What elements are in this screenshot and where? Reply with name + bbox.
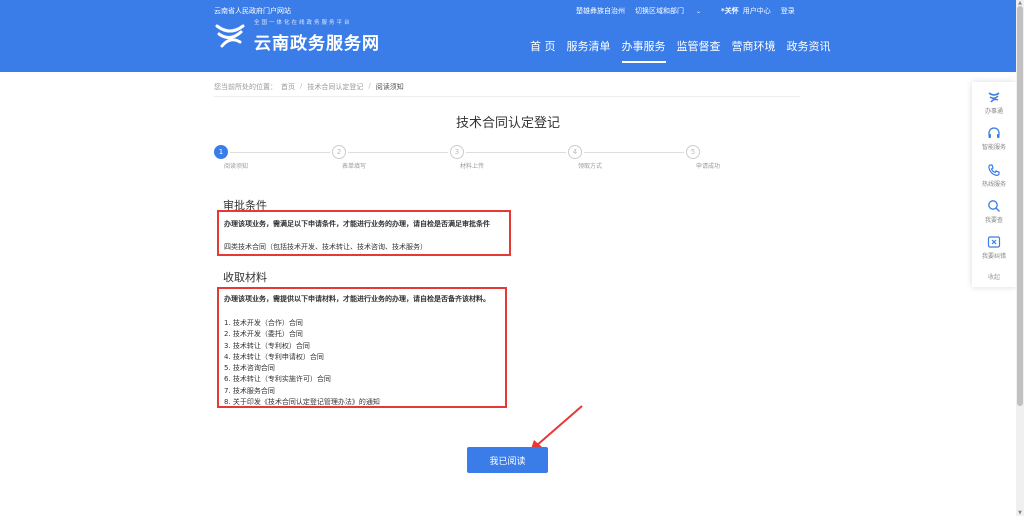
switch-region-dropdown[interactable]: 切换区域和部门 ⌄ <box>635 6 711 16</box>
close-box-icon <box>987 236 1001 248</box>
breadcrumb-separator: / <box>300 82 303 90</box>
provincial-portal-link[interactable]: 云南省人民政府门户网站 <box>214 6 291 16</box>
logo-title: 云南政务服务网 <box>254 34 380 54</box>
breadcrumb-current: 阅读须知 <box>375 83 404 91</box>
user-center-link[interactable]: 用户中心 <box>743 6 771 16</box>
nav-service-list[interactable]: 服务清单 <box>567 38 611 54</box>
materials-title: 收取材料 <box>223 271 267 284</box>
headset-icon <box>988 127 1000 138</box>
step-label: 表单填写 <box>342 163 367 170</box>
nav-news[interactable]: 政务资讯 <box>787 38 831 54</box>
step-1: 1 阅读须知 <box>214 145 274 170</box>
step-label: 申请成功 <box>696 163 721 170</box>
step-label: 阅读须知 <box>224 163 249 170</box>
main-nav: 首 页 服务清单 办事服务 监管督查 营商环境 政务资讯 <box>530 38 842 63</box>
breadcrumb-separator: / <box>368 82 371 90</box>
login-link[interactable]: 登录 <box>781 6 795 16</box>
progress-steps: 1 阅读须知 2 表单填写 3 材料上传 4 领取方式 5 申请成功 <box>214 145 724 175</box>
step-3: 3 材料上传 <box>450 145 510 170</box>
site-logo[interactable]: 全国一体化在线政务服务平台 云南政务服务网 <box>214 18 380 54</box>
chevron-down-icon: ⌄ <box>696 8 702 15</box>
materials-box: 办理该项业务，需提供以下申请材料，才能进行业务的办理，请自检是否备齐该材料。 1… <box>217 287 507 408</box>
sidebar-item-smart[interactable]: 智能服务 <box>972 126 1016 151</box>
logo-tagline: 全国一体化在线政务服务平台 <box>254 20 352 26</box>
approval-item: 四类技术合同（包括技术开发、技术转让、技术咨询、技术服务） <box>224 243 427 251</box>
list-item: 6. 技术转让（专利实施许可）合同 <box>224 375 331 384</box>
approval-box: 办理该项业务，需满足以下申请条件，才能进行业务的办理，请自检是否满足审批条件 四… <box>217 210 511 256</box>
breadcrumb-service[interactable]: 技术合同认定登记 <box>307 82 363 92</box>
search-icon <box>988 200 1000 212</box>
divider <box>214 96 800 97</box>
step-number: 1 <box>214 145 228 159</box>
step-number: 4 <box>568 145 582 159</box>
sidebar-item-correction[interactable]: 我要纠错 <box>972 235 1016 260</box>
sidebar-label: 办事通 <box>984 108 1003 115</box>
care-mode-button[interactable]: *关怀 <box>721 6 739 16</box>
breadcrumb-home[interactable]: 首页 <box>281 82 295 92</box>
step-number: 3 <box>450 145 464 159</box>
page: 云南省人民政府门户网站 楚雄彝族自治州 切换区域和部门 ⌄ *关怀 用户中心 登录… <box>0 0 1024 516</box>
list-item: 8. 关于印发《技术合同认定登记管理办法》的通知 <box>224 398 380 407</box>
service-app-icon <box>988 92 1000 103</box>
list-item: 5. 技术咨询合同 <box>224 364 275 373</box>
read-confirm-button[interactable]: 我已阅读 <box>467 447 548 473</box>
sidebar-label: 智能服务 <box>981 144 1006 151</box>
sidebar-item-app[interactable]: 办事通 <box>972 90 1016 115</box>
page-title: 技术合同认定登记 <box>455 116 560 131</box>
sidebar-label: 我要查 <box>984 217 1003 224</box>
sidebar-label: 热线服务 <box>981 181 1006 188</box>
step-5: 5 申请成功 <box>686 145 746 170</box>
step-number: 5 <box>686 145 700 159</box>
step-4: 4 领取方式 <box>568 145 628 170</box>
logo-icon <box>215 24 245 48</box>
top-toolbar: 楚雄彝族自治州 切换区域和部门 ⌄ *关怀 用户中心 登录 <box>576 6 805 16</box>
scroll-down-icon[interactable]: ▼ <box>1016 510 1024 516</box>
step-2: 2 表单填写 <box>332 145 392 170</box>
step-number: 2 <box>332 145 346 159</box>
materials-intro: 办理该项业务，需提供以下申请材料，才能进行业务的办理，请自检是否备齐该材料。 <box>224 295 490 303</box>
page-scrollbar[interactable]: ▲ ▼ <box>1016 0 1024 516</box>
materials-list: 1. 技术开发（合作）合同 2. 技术开发（委托）合同 3. 技术转让（专利权）… <box>224 318 500 408</box>
floating-sidebar: 办事通 智能服务 热线服务 我要查 我要纠错 收起 <box>972 82 1016 287</box>
step-label: 材料上传 <box>460 163 485 170</box>
logo-text: 全国一体化在线政务服务平台 云南政务服务网 <box>254 18 380 54</box>
nav-business-env[interactable]: 营商环境 <box>732 38 776 54</box>
nav-services[interactable]: 办事服务 <box>621 38 666 63</box>
switch-region-label: 切换区域和部门 <box>635 7 684 15</box>
list-item: 3. 技术转让（专利权）合同 <box>224 341 310 350</box>
list-item: 4. 技术转让（专利申请权）合同 <box>224 352 324 361</box>
nav-home[interactable]: 首 页 <box>530 38 556 54</box>
phone-icon <box>988 164 1000 176</box>
scroll-thumb[interactable] <box>1017 6 1023 406</box>
list-item: 7. 技术服务合同 <box>224 386 275 395</box>
step-label: 领取方式 <box>578 163 603 170</box>
region-label[interactable]: 楚雄彝族自治州 <box>576 6 625 16</box>
breadcrumb-prefix: 您当前所处的位置： <box>214 83 277 91</box>
breadcrumb: 您当前所处的位置： 首页 / 技术合同认定登记 / 阅读须知 <box>214 82 404 92</box>
sidebar-collapse-button[interactable]: 收起 <box>972 272 1016 281</box>
sidebar-item-query[interactable]: 我要查 <box>972 199 1016 224</box>
site-header: 云南省人民政府门户网站 楚雄彝族自治州 切换区域和部门 ⌄ *关怀 用户中心 登录… <box>0 0 1016 72</box>
sidebar-label: 我要纠错 <box>981 253 1006 260</box>
list-item: 1. 技术开发（合作）合同 <box>224 319 303 327</box>
sidebar-item-hotline[interactable]: 热线服务 <box>972 163 1016 188</box>
approval-intro: 办理该项业务，需满足以下申请条件，才能进行业务的办理，请自检是否满足审批条件 <box>224 220 490 228</box>
nav-supervision[interactable]: 监管督查 <box>677 38 721 54</box>
list-item: 2. 技术开发（委托）合同 <box>224 330 303 339</box>
